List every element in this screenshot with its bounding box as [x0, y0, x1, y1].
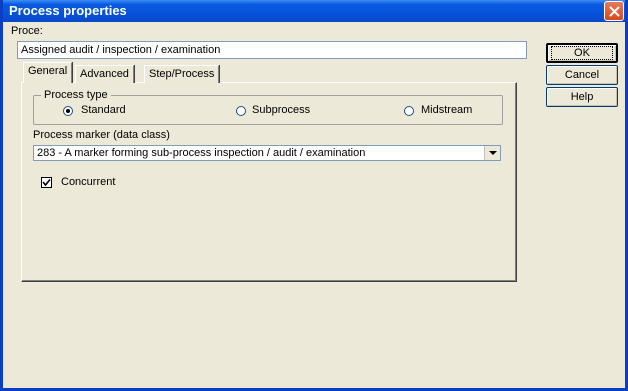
process-marker-dropdown[interactable]: 283 - A marker forming sub-process inspe…	[33, 145, 501, 161]
concurrent-label: Concurrent	[61, 176, 116, 188]
concurrent-checkbox[interactable]	[41, 177, 52, 188]
process-marker-value: 283 - A marker forming sub-process inspe…	[37, 147, 366, 159]
check-icon	[42, 178, 51, 187]
cancel-button[interactable]: Cancel	[546, 65, 618, 85]
radio-standard[interactable]	[63, 106, 73, 116]
radio-standard-label: Standard	[81, 104, 126, 116]
radio-midstream-label: Midstream	[421, 104, 473, 116]
window-title: Process properties	[9, 3, 127, 18]
close-icon	[609, 6, 620, 17]
close-button[interactable]	[604, 1, 624, 21]
radio-subprocess[interactable]	[236, 106, 246, 116]
tab-general[interactable]: General	[23, 62, 73, 83]
process-marker-label: Process marker (data class)	[33, 129, 170, 141]
process-properties-dialog: Process properties Proce: Assigned audit…	[0, 0, 628, 391]
process-name-input[interactable]: Assigned audit / inspection / examinatio…	[17, 41, 527, 59]
process-label: Proce:	[11, 25, 43, 37]
dropdown-button[interactable]	[484, 146, 500, 160]
title-bar[interactable]: Process properties	[3, 0, 625, 22]
tab-advanced[interactable]: Advanced	[75, 65, 134, 83]
ok-button[interactable]: OK	[546, 43, 618, 63]
ok-button-label: OK	[551, 46, 613, 60]
tab-step-process[interactable]: Step/Process	[144, 65, 220, 83]
process-type-legend: Process type	[41, 89, 111, 101]
chevron-down-icon	[489, 151, 497, 155]
radio-midstream[interactable]	[404, 106, 414, 116]
help-button[interactable]: Help	[546, 87, 618, 107]
radio-subprocess-label: Subprocess	[252, 104, 311, 116]
